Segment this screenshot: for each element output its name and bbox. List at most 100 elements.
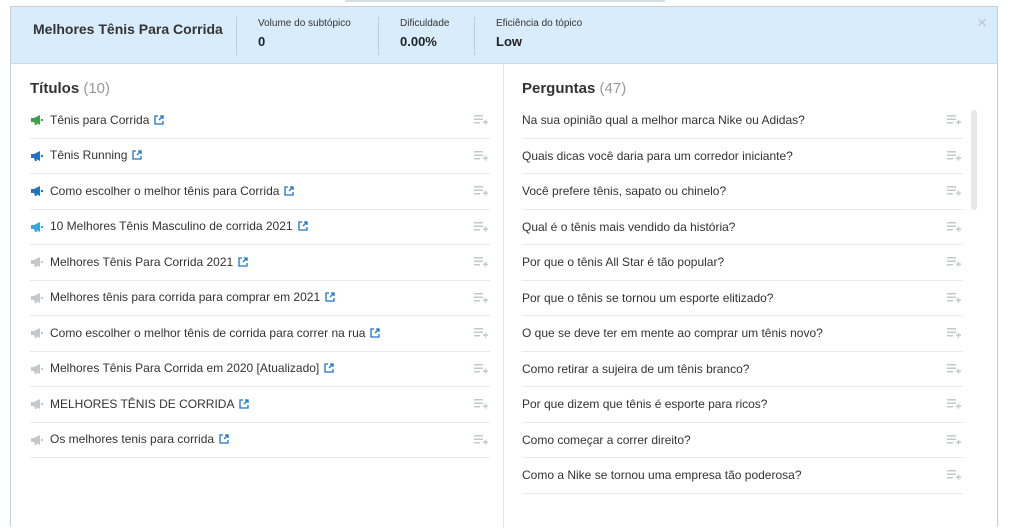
add-to-list-icon[interactable] xyxy=(474,292,488,307)
add-to-list-icon[interactable] xyxy=(947,434,961,449)
metric-difficulty: Dificuldade 0.00% xyxy=(378,17,449,55)
add-to-list-icon[interactable] xyxy=(474,398,488,413)
add-to-list-icon[interactable] xyxy=(947,398,961,413)
topic-detail-panel: Melhores Tênis Para Corrida Volume do su… xyxy=(10,6,998,528)
questions-heading-label: Perguntas xyxy=(522,80,596,97)
title-row: Tênis para Corrida xyxy=(30,103,490,139)
question-row: Quais dicas você daria para um corredor … xyxy=(522,139,963,174)
question-text: Como retirar a sujeira de um tênis branc… xyxy=(522,361,750,376)
external-link-icon[interactable] xyxy=(239,398,250,412)
add-to-list-icon[interactable] xyxy=(947,327,961,342)
metric-label: Dificuldade xyxy=(400,18,450,29)
question-text: Na sua opinião qual a melhor marca Nike … xyxy=(522,113,805,128)
external-link-icon[interactable] xyxy=(325,291,335,305)
add-to-list-icon[interactable] xyxy=(474,114,488,129)
title-link[interactable]: Tênis Running xyxy=(50,148,127,162)
add-to-list-icon[interactable] xyxy=(947,114,961,129)
add-to-list-icon[interactable] xyxy=(947,185,961,200)
add-to-list-icon[interactable] xyxy=(474,150,488,165)
megaphone-icon xyxy=(30,185,44,197)
titles-column: Títulos (10) Tênis para Corrida Tênis Run… xyxy=(11,64,504,528)
add-to-list-icon[interactable] xyxy=(947,221,961,236)
title-link[interactable]: Melhores tênis para corrida para comprar… xyxy=(50,290,320,304)
title-row: Melhores Tênis Para Corrida em 2020 [Atu… xyxy=(30,352,490,387)
add-to-list-icon[interactable] xyxy=(474,185,488,200)
questions-heading: Perguntas (47) xyxy=(522,80,626,97)
title-link[interactable]: Melhores Tênis Para Corrida em 2020 [Atu… xyxy=(50,361,319,375)
questions-count: (47) xyxy=(599,80,627,97)
megaphone-icon xyxy=(30,256,44,268)
metric-topic-efficiency: Eficiência do tópico Low xyxy=(474,17,582,55)
question-text: Por que dizem que tênis é esporte para r… xyxy=(522,397,768,412)
title-link[interactable]: Tênis para Corrida xyxy=(50,113,149,127)
question-text: Quais dicas você daria para um corredor … xyxy=(522,148,793,163)
title-link[interactable]: Como escolher o melhor tênis para Corrid… xyxy=(50,184,279,198)
title-row: Melhores Tênis Para Corrida 2021 xyxy=(30,245,490,281)
question-text: Você prefere tênis, sapato ou chinelo? xyxy=(522,184,727,199)
external-link-icon[interactable] xyxy=(324,362,334,376)
add-to-list-icon[interactable] xyxy=(947,256,961,271)
add-to-list-icon[interactable] xyxy=(474,327,488,342)
megaphone-icon xyxy=(30,327,44,339)
titles-heading-label: Títulos xyxy=(30,80,80,97)
external-link-icon[interactable] xyxy=(297,220,308,234)
add-to-list-icon[interactable] xyxy=(474,363,488,378)
external-link-icon[interactable] xyxy=(370,327,381,341)
add-to-list-icon[interactable] xyxy=(947,363,961,378)
metric-value: 0.00% xyxy=(400,34,437,49)
question-row: Na sua opinião qual a melhor marca Nike … xyxy=(522,103,963,139)
title-row: Os melhores tenis para corrida xyxy=(30,423,490,458)
metric-value: Low xyxy=(496,34,522,49)
question-row: O que se deve ter em mente ao comprar um… xyxy=(522,316,963,352)
questions-list: Na sua opinião qual a melhor marca Nike … xyxy=(522,103,963,494)
title-link[interactable]: 10 Melhores Tênis Masculino de corrida 2… xyxy=(50,219,293,233)
question-text: Qual é o tênis mais vendido da história? xyxy=(522,219,736,234)
question-text: Por que o tênis All Star é tão popular? xyxy=(522,255,725,270)
title-row: Como escolher o melhor tênis para Corrid… xyxy=(30,174,490,210)
question-row: Como a Nike se tornou uma empresa tão po… xyxy=(522,458,963,494)
title-link[interactable]: Como escolher o melhor tênis de corrida … xyxy=(50,326,365,340)
add-to-list-icon[interactable] xyxy=(947,469,961,484)
top-tab-indicator xyxy=(345,0,665,2)
question-row: Qual é o tênis mais vendido da história? xyxy=(522,210,963,245)
metric-label: Eficiência do tópico xyxy=(496,18,583,29)
question-text: Como a Nike se tornou uma empresa tão po… xyxy=(522,468,802,483)
metric-value: 0 xyxy=(258,34,266,49)
external-link-icon[interactable] xyxy=(238,256,248,270)
scrollbar[interactable] xyxy=(971,110,977,210)
megaphone-icon xyxy=(30,150,44,162)
megaphone-icon xyxy=(30,114,44,126)
title-link[interactable]: MELHORES TÊNIS DE CORRIDA xyxy=(50,397,234,411)
title-link[interactable]: Os melhores tenis para corrida xyxy=(50,432,214,446)
close-icon[interactable]: × xyxy=(977,13,987,33)
question-row: Por que o tênis All Star é tão popular? xyxy=(522,245,963,281)
question-text: Por que o tênis se tornou um esporte eli… xyxy=(522,290,774,305)
megaphone-icon xyxy=(30,434,44,446)
titles-count: (10) xyxy=(83,80,111,97)
topic-header: Melhores Tênis Para Corrida Volume do su… xyxy=(11,7,997,64)
question-row: Por que o tênis se tornou um esporte eli… xyxy=(522,281,963,316)
megaphone-icon xyxy=(30,292,44,304)
add-to-list-icon[interactable] xyxy=(947,150,961,165)
title-row: Tênis Running xyxy=(30,139,490,174)
external-link-icon[interactable] xyxy=(284,185,295,199)
question-row: Você prefere tênis, sapato ou chinelo? xyxy=(522,174,963,210)
questions-column: Perguntas (47) Na sua opinião qual a mel… xyxy=(505,64,997,528)
add-to-list-icon[interactable] xyxy=(947,292,961,307)
external-link-icon[interactable] xyxy=(154,114,165,128)
question-row: Por que dizem que tênis é esporte para r… xyxy=(522,387,963,423)
titles-heading: Títulos (10) xyxy=(30,80,110,97)
add-to-list-icon[interactable] xyxy=(474,221,488,236)
question-row: Como começar a correr direito? xyxy=(522,423,963,458)
topic-title: Melhores Tênis Para Corrida xyxy=(33,21,223,37)
title-row: MELHORES TÊNIS DE CORRIDA xyxy=(30,387,490,423)
title-row: Como escolher o melhor tênis de corrida … xyxy=(30,316,490,352)
add-to-list-icon[interactable] xyxy=(474,256,488,271)
external-link-icon[interactable] xyxy=(132,149,143,163)
add-to-list-icon[interactable] xyxy=(474,434,488,449)
title-link[interactable]: Melhores Tênis Para Corrida 2021 xyxy=(50,255,233,269)
megaphone-icon xyxy=(30,398,44,410)
question-text: O que se deve ter em mente ao comprar um… xyxy=(522,326,823,341)
title-row: 10 Melhores Tênis Masculino de corrida 2… xyxy=(30,210,490,245)
external-link-icon[interactable] xyxy=(219,433,229,447)
